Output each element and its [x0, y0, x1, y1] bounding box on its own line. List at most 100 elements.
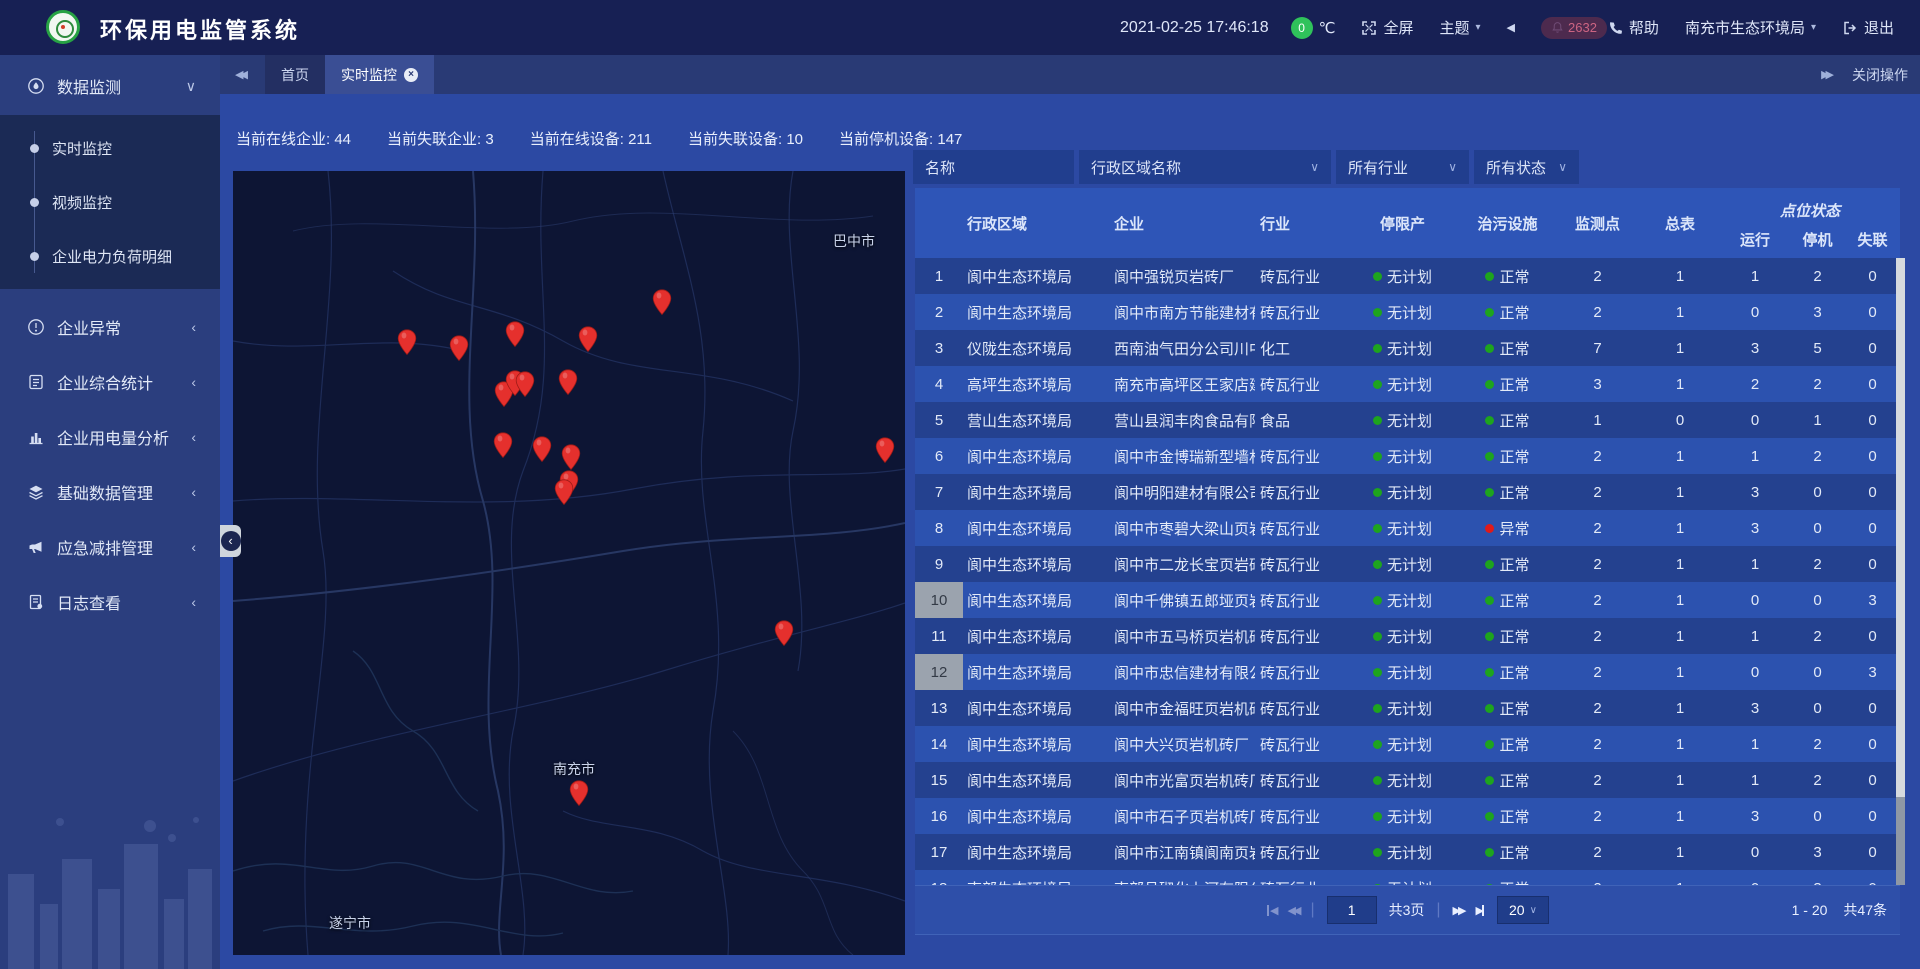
first-page-button[interactable]: ◀	[1266, 904, 1275, 917]
sidebar-item-log-view[interactable]: 日志查看 ‹	[0, 574, 220, 629]
sidebar-item-power-analysis[interactable]: 企业用电量分析 ‹	[0, 409, 220, 464]
table-row[interactable]: 12阆中生态环境局阆中市忠信建材有限公砖瓦行业无计划正常21003	[915, 654, 1900, 690]
page-size-select[interactable]: 20∨	[1497, 896, 1549, 924]
map-pin-icon[interactable]	[397, 329, 417, 356]
sidebar-item-company-abnormal[interactable]: 企业异常 ‹	[0, 299, 220, 354]
prev-page-button[interactable]: ◀◀	[1288, 904, 1299, 917]
table-row[interactable]: 8阆中生态环境局阆中市枣碧大梁山页岩砖瓦行业无计划异常21300	[915, 510, 1900, 546]
table-row[interactable]: 15阆中生态环境局阆中市光富页岩机砖厂砖瓦行业无计划正常21120	[915, 762, 1900, 798]
map-pin-icon[interactable]	[493, 432, 513, 459]
divider: |	[1436, 901, 1440, 919]
row-index: 8	[915, 510, 963, 546]
cell-offline: 3	[1845, 592, 1900, 609]
cell-offline: 0	[1845, 700, 1900, 717]
table-row[interactable]: 14阆中生态环境局阆中大兴页岩机砖厂砖瓦行业无计划正常21120	[915, 726, 1900, 762]
map-pin-icon[interactable]	[569, 780, 589, 807]
map-pin-icon[interactable]	[515, 371, 535, 398]
sidebar-item-base-data[interactable]: 基础数据管理 ‹	[0, 464, 220, 519]
scrollbar-thumb[interactable]	[1896, 258, 1905, 797]
status-dot-green	[1373, 740, 1382, 749]
sidebar-item-emergency-reduction[interactable]: 应急减排管理 ‹	[0, 519, 220, 574]
map-pin-icon[interactable]	[774, 620, 794, 647]
sidebar-item-realtime-monitor[interactable]: 实时监控	[0, 121, 220, 175]
tab-realtime-monitor[interactable]: 实时监控 ×	[325, 55, 434, 94]
log-file-icon	[27, 593, 45, 611]
map-pin-icon[interactable]	[532, 436, 552, 463]
sidebar-collapse-handle[interactable]: ‹	[220, 525, 241, 557]
table-row[interactable]: 13阆中生态环境局阆中市金福旺页岩机砖砖瓦行业无计划正常21300	[915, 690, 1900, 726]
table-header: 行政区域 企业 行业 停限产 治污设施 监测点 总表 点位状态 运行 停机 失联	[915, 188, 1900, 258]
tab-home[interactable]: 首页	[265, 55, 325, 94]
mute-button[interactable]: ◀	[1507, 21, 1515, 34]
table-row[interactable]: 1阆中生态环境局阆中强锐页岩砖厂砖瓦行业无计划正常21120	[915, 258, 1900, 294]
cell-limit: 无计划	[1345, 590, 1460, 611]
map[interactable]: 巴中市南充市遂宁市	[233, 171, 905, 955]
table-row[interactable]: 7阆中生态环境局阆中明阳建材有限公司砖瓦行业无计划正常21300	[915, 474, 1900, 510]
table-row[interactable]: 5营山生态环境局营山县润丰肉食品有限食品无计划正常10010	[915, 402, 1900, 438]
page-number-input[interactable]: 1	[1327, 896, 1377, 924]
sidebar-item-company-stats[interactable]: 企业综合统计 ‹	[0, 354, 220, 409]
theme-button[interactable]: 主题 ▾	[1439, 17, 1480, 38]
cell-meter: 1	[1640, 664, 1720, 681]
bullet-icon	[30, 144, 39, 153]
table-row[interactable]: 10阆中生态环境局阆中千佛镇五郎垭页岩砖瓦行业无计划正常21003	[915, 582, 1900, 618]
cell-meter: 1	[1640, 448, 1720, 465]
map-pin-icon[interactable]	[558, 369, 578, 396]
org-label: 南充市生态环境局	[1685, 17, 1805, 38]
main-area: ◀◀ 首页 实时监控 × ▶▶ 关闭操作 当前在线企业: 44 当前失联企业: …	[220, 55, 1920, 969]
cell-company: 南部县砌化上河有限公	[1105, 878, 1255, 886]
close-icon[interactable]: ×	[404, 68, 418, 82]
industry-select[interactable]: 所有行业 ∨	[1336, 150, 1469, 184]
org-menu[interactable]: 南充市生态环境局 ▾	[1685, 17, 1816, 38]
status-dot-green	[1485, 632, 1494, 641]
sidebar-item-data-monitoring[interactable]: 数据监测 ∨	[0, 62, 220, 110]
map-pin-icon[interactable]	[554, 479, 574, 506]
last-page-button[interactable]: ▶	[1475, 904, 1484, 917]
fullscreen-button[interactable]: 全屏	[1361, 17, 1413, 38]
region-select[interactable]: 行政区域名称 ∨	[1079, 150, 1331, 184]
map-pin-icon[interactable]	[652, 289, 672, 316]
stat-stopped-devices: 当前停机设备: 147	[839, 128, 962, 149]
cell-run: 1	[1720, 736, 1790, 753]
row-index: 10	[915, 582, 963, 618]
cell-monitor: 2	[1555, 448, 1640, 465]
map-pin-icon[interactable]	[578, 326, 598, 353]
chevron-down-icon: ∨	[1310, 160, 1319, 174]
sidebar-item-video-monitor[interactable]: 视频监控	[0, 175, 220, 229]
next-page-button[interactable]: ▶▶	[1453, 904, 1464, 917]
cell-region: 阆中生态环境局	[963, 590, 1105, 611]
help-button[interactable]: 帮助	[1607, 17, 1659, 38]
sidebar-submenu: 实时监控 视频监控 企业电力负荷明细	[0, 115, 220, 289]
map-pin-icon[interactable]	[561, 444, 581, 471]
chevron-left-icon: ‹	[191, 594, 196, 610]
cell-meter: 0	[1640, 412, 1720, 429]
scrollbar-track[interactable]	[1896, 258, 1905, 885]
table-row[interactable]: 18南部生态环境局南部县砌化上河有限公砖瓦行业无计划正常21030	[915, 870, 1900, 885]
table-row[interactable]: 3仪陇生态环境局西南油气田分公司川中化工无计划正常71350	[915, 330, 1900, 366]
map-pin-icon[interactable]	[449, 335, 469, 362]
stat-offline-companies: 当前失联企业: 3	[387, 128, 494, 149]
cell-run: 3	[1720, 340, 1790, 357]
tabs-scroll-right-icon[interactable]: ▶▶	[1821, 68, 1830, 81]
table-row[interactable]: 11阆中生态环境局阆中市五马桥页岩机砖砖瓦行业无计划正常21120	[915, 618, 1900, 654]
cell-offline: 0	[1845, 304, 1900, 321]
table-row[interactable]: 6阆中生态环境局阆中市金博瑞新型墙材砖瓦行业无计划正常21120	[915, 438, 1900, 474]
status-dot-green	[1373, 308, 1382, 317]
table-row[interactable]: 2阆中生态环境局阆中市南方节能建材有砖瓦行业无计划正常21030	[915, 294, 1900, 330]
notification-badge[interactable]: 2632	[1541, 17, 1607, 39]
table-row[interactable]: 17阆中生态环境局阆中市江南镇阆南页岩砖瓦行业无计划正常21030	[915, 834, 1900, 870]
logout-button[interactable]: 退出	[1842, 17, 1894, 38]
table-row[interactable]: 4高坪生态环境局南充市高坪区王家店建砖瓦行业无计划正常31220	[915, 366, 1900, 402]
col-meter: 总表	[1640, 188, 1720, 258]
tabs-scroll-left-icon[interactable]: ◀◀	[235, 55, 244, 94]
map-pin-icon[interactable]	[505, 321, 525, 348]
name-search-input[interactable]: 名称	[913, 150, 1074, 184]
cell-company: 阆中强锐页岩砖厂	[1105, 266, 1255, 287]
close-operations-button[interactable]: 关闭操作	[1852, 65, 1908, 85]
status-select[interactable]: 所有状态 ∨	[1474, 150, 1579, 184]
map-pin-icon[interactable]	[875, 437, 895, 464]
sidebar-item-power-load-detail[interactable]: 企业电力负荷明细	[0, 229, 220, 283]
table-row[interactable]: 16阆中生态环境局阆中市石子页岩机砖厂砖瓦行业无计划正常21300	[915, 798, 1900, 834]
cell-region: 南部生态环境局	[963, 878, 1105, 886]
table-row[interactable]: 9阆中生态环境局阆中市二龙长宝页岩砖砖瓦行业无计划正常21120	[915, 546, 1900, 582]
